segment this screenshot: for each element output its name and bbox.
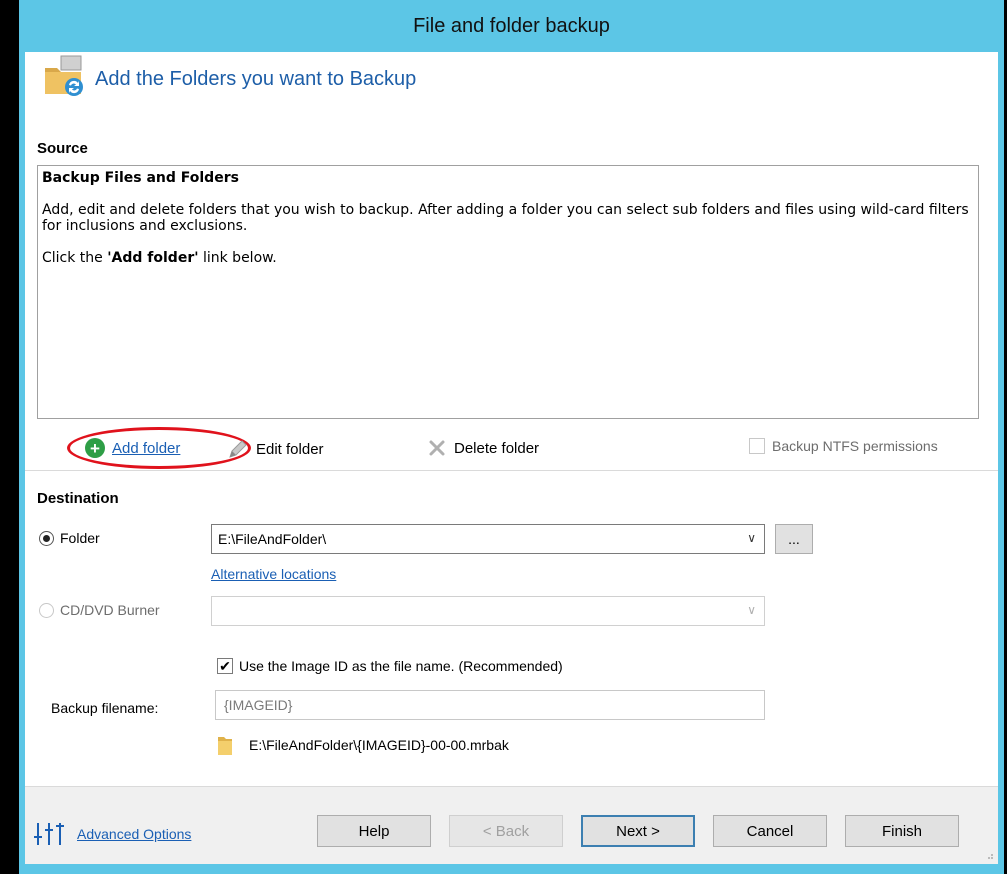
dialog-client-area: Add the Folders you want to Backup Sourc… — [25, 52, 998, 864]
use-image-id-label: Use the Image ID as the file name. (Reco… — [239, 658, 563, 674]
folder-icon — [218, 737, 232, 755]
ntfs-checkbox-box[interactable] — [749, 438, 765, 454]
edit-folder-button[interactable]: Edit folder — [227, 438, 324, 460]
cd-radio-option[interactable]: CD/DVD Burner — [39, 602, 160, 618]
ntfs-permissions-checkbox[interactable]: Backup NTFS permissions — [749, 438, 938, 454]
source-folder-list[interactable]: Backup Files and Folders Add, edit and d… — [37, 165, 979, 419]
delete-folder-button[interactable]: Delete folder — [427, 438, 539, 458]
sliders-icon — [34, 823, 64, 845]
add-folder-button[interactable]: + Add folder — [85, 438, 180, 458]
section-divider — [25, 470, 998, 471]
backup-filename-row: Backup filename: — [51, 700, 158, 716]
source-description: Add, edit and delete folders that you wi… — [42, 202, 969, 234]
source-label: Source — [37, 140, 88, 157]
use-image-id-option[interactable]: ✔ Use the Image ID as the file name. (Re… — [217, 658, 563, 674]
resulting-path-row: E:\FileAndFolder\{IMAGEID}-00-00.mrbak — [217, 734, 509, 756]
add-folder-link[interactable]: Add folder — [112, 440, 180, 457]
window-title: File and folder backup — [413, 14, 610, 37]
destination-label: Destination — [37, 490, 119, 507]
backup-filename-label: Backup filename: — [51, 700, 159, 716]
advanced-options-row[interactable]: Advanced Options — [33, 821, 191, 847]
edit-folder-label: Edit folder — [256, 440, 324, 458]
backup-filename-placeholder: {IMAGEID} — [224, 697, 293, 713]
add-circle-icon: + — [85, 438, 105, 458]
alternative-locations-row: Alternative locations — [211, 566, 336, 582]
alternative-locations-link[interactable]: Alternative locations — [211, 566, 336, 582]
ntfs-checkbox-label: Backup NTFS permissions — [772, 438, 938, 454]
folder-radio-label: Folder — [60, 530, 100, 546]
browse-button[interactable]: ... — [775, 524, 813, 554]
back-button[interactable]: < Back — [449, 815, 563, 847]
source-instruction: Click the 'Add folder' link below. — [42, 250, 277, 266]
folder-sync-icon — [45, 55, 83, 96]
folder-toolbar: + Add folder Edit folder Delete folder B… — [37, 427, 979, 469]
dialog-footer: Advanced Options Help < Back Next > Canc… — [25, 786, 998, 864]
source-box-title: Backup Files and Folders — [42, 170, 239, 186]
folder-radio-option[interactable]: Folder — [39, 530, 100, 546]
advanced-options-link[interactable]: Advanced Options — [77, 826, 191, 842]
backup-filename-input[interactable]: {IMAGEID} — [215, 690, 765, 720]
finish-button[interactable]: Finish — [845, 815, 959, 847]
delete-folder-label: Delete folder — [454, 439, 540, 457]
chevron-down-icon: ∨ — [747, 603, 756, 617]
window-title-bar[interactable]: File and folder backup — [19, 0, 1004, 52]
folder-radio[interactable] — [39, 530, 54, 546]
cancel-button[interactable]: Cancel — [713, 815, 827, 847]
next-button[interactable]: Next > — [581, 815, 695, 847]
cd-radio[interactable] — [39, 602, 54, 618]
folder-path-value: E:\FileAndFolder\ — [218, 531, 327, 547]
use-image-id-checkbox[interactable]: ✔ — [217, 658, 233, 674]
cd-burner-combo[interactable]: ∨ — [211, 596, 765, 626]
delete-x-icon — [429, 440, 445, 456]
resulting-path: E:\FileAndFolder\{IMAGEID}-00-00.mrbak — [249, 737, 509, 753]
chevron-down-icon: ∨ — [747, 531, 756, 545]
resize-grip-icon[interactable] — [984, 850, 994, 860]
cd-radio-label: CD/DVD Burner — [60, 602, 160, 618]
pencil-icon — [229, 440, 247, 458]
page-title: Add the Folders you want to Backup — [95, 68, 417, 90]
help-button[interactable]: Help — [317, 815, 431, 847]
folder-path-combo[interactable]: E:\FileAndFolder\ ∨ — [211, 524, 765, 554]
backup-window: File and folder backup Add the Folders y… — [19, 0, 1004, 874]
